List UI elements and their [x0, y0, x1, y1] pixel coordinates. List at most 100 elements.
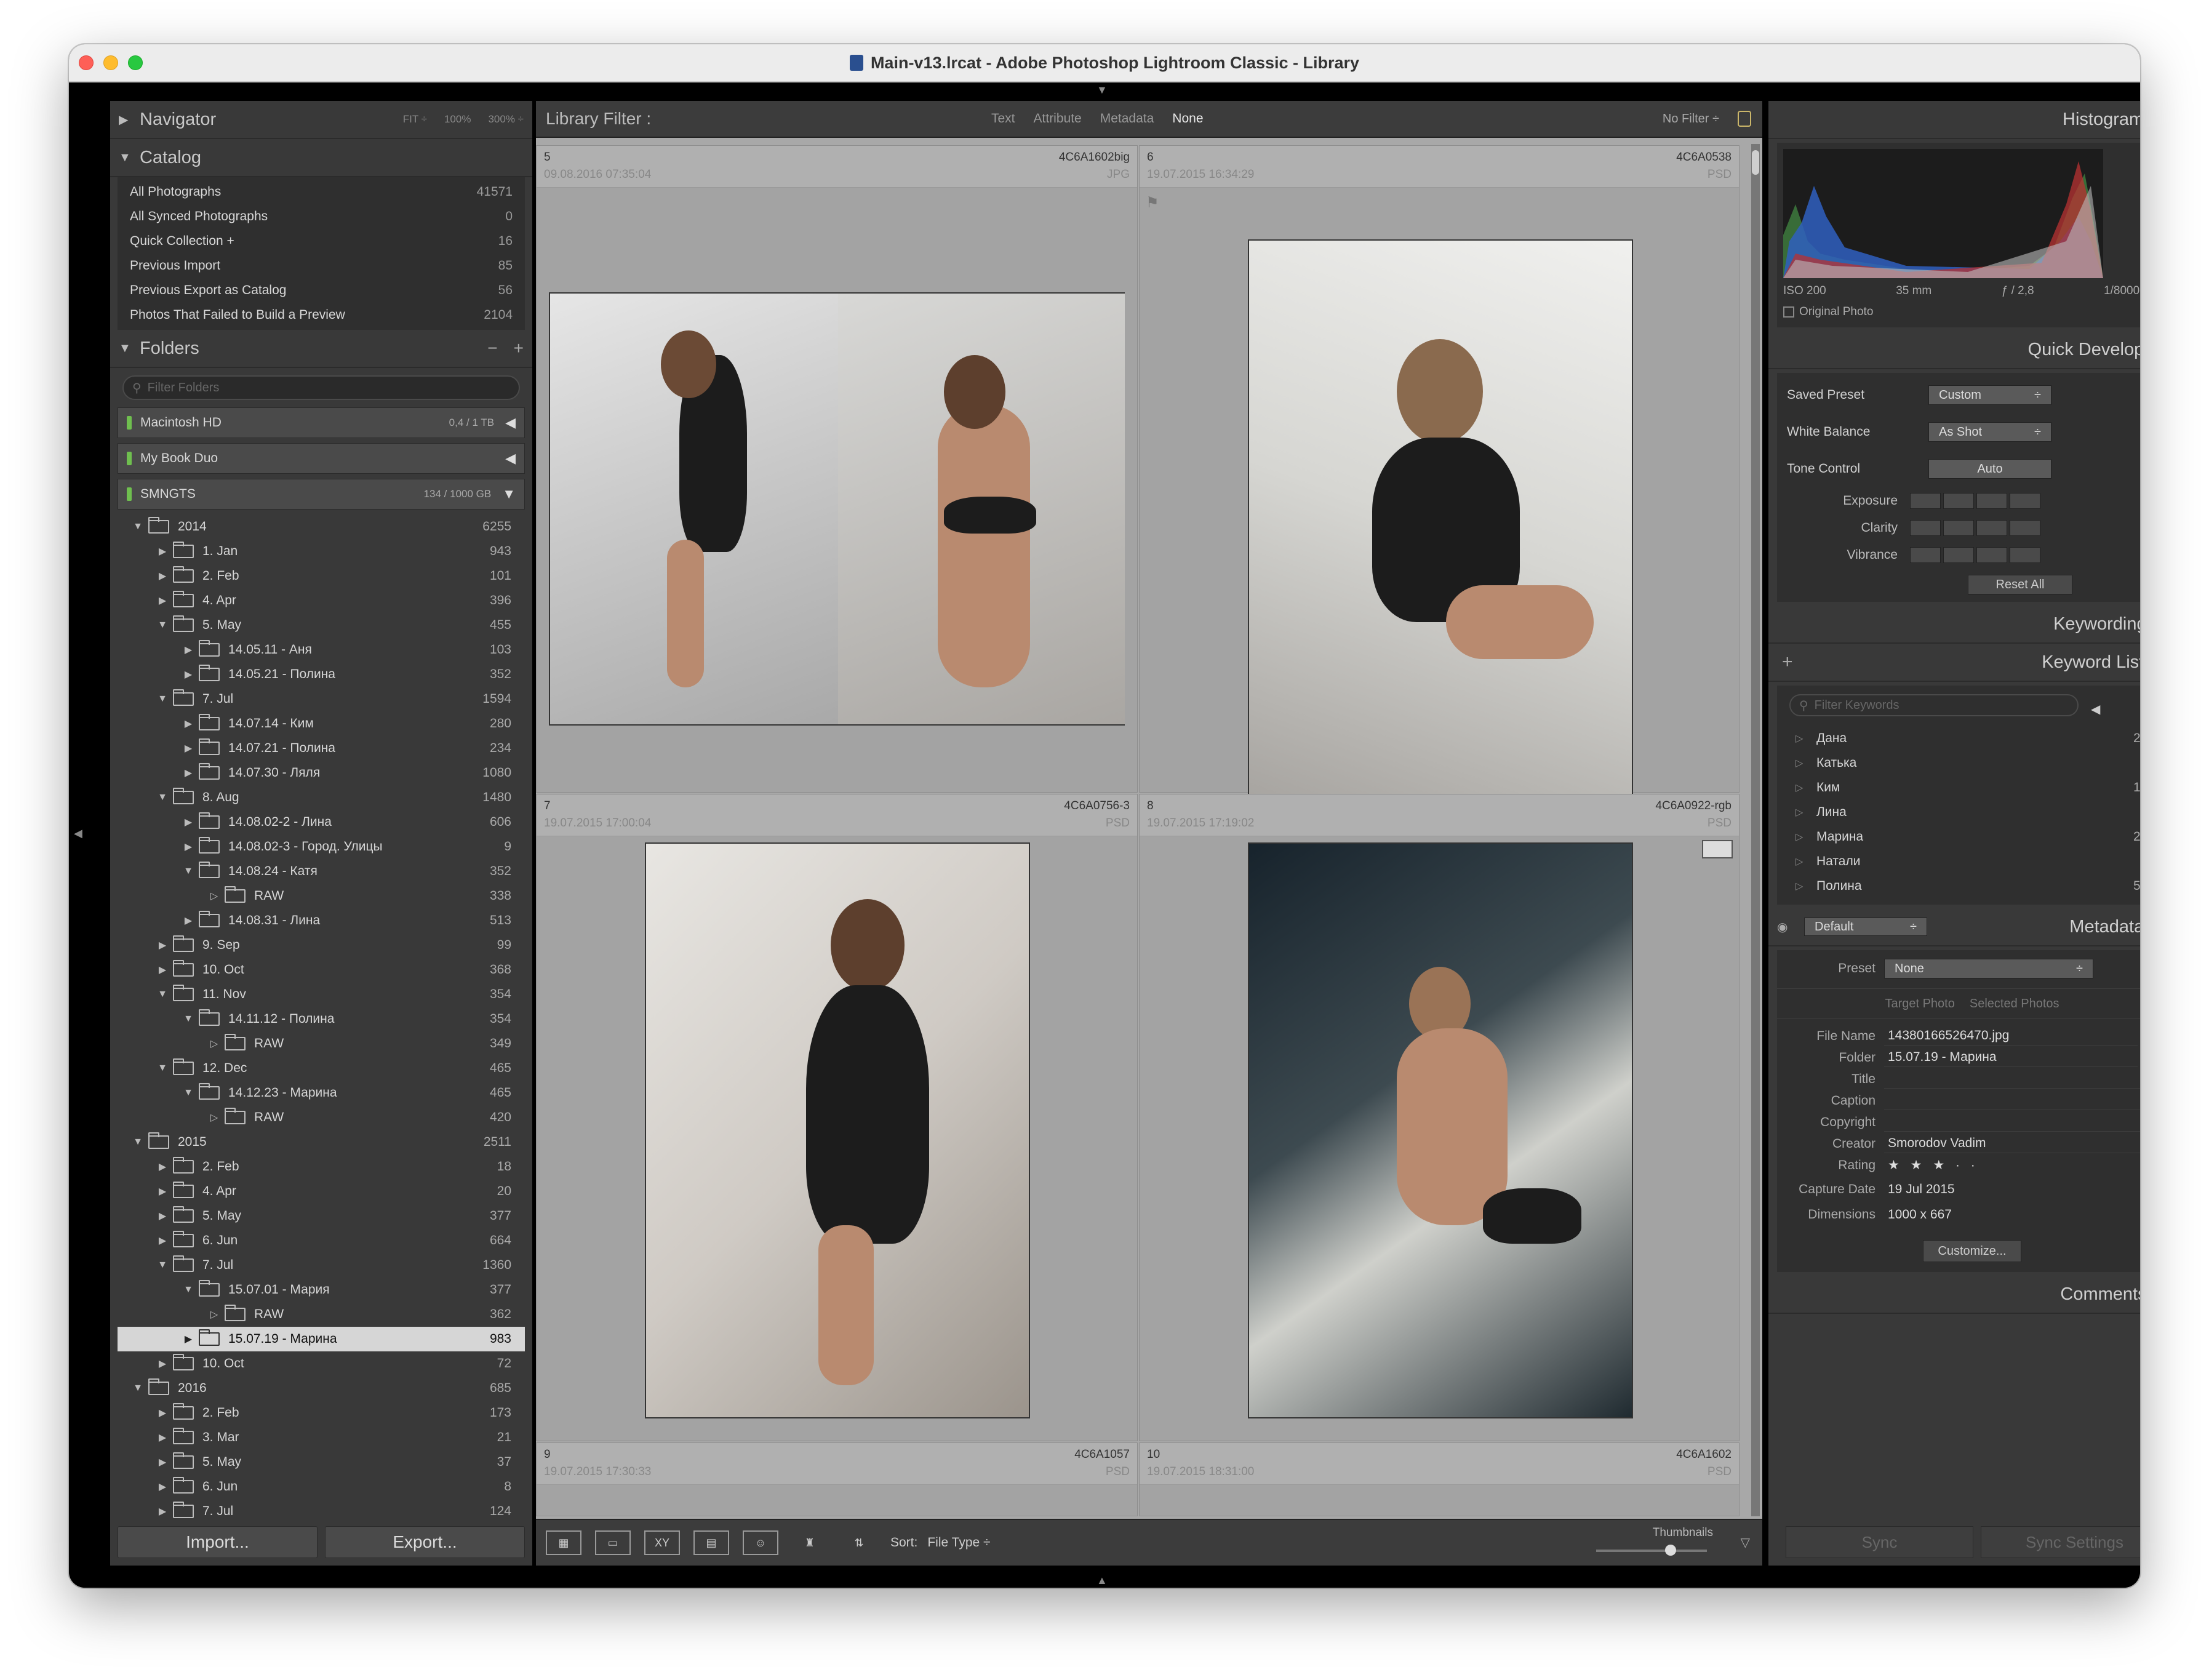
photo-thumbnail[interactable] [1248, 239, 1633, 815]
file-name-field[interactable]: 14380166526470.jpg [1884, 1027, 2138, 1046]
catalog-item[interactable]: Photos That Failed to Build a Preview 210… [118, 303, 525, 327]
expand-triangle-icon[interactable]: ▼ [152, 694, 173, 705]
folder-tree-item[interactable]: ▼ 5. May 455 [118, 613, 525, 638]
catalog-item[interactable]: Quick Collection +16 [118, 229, 525, 254]
keyword-item[interactable]: ▷Лина89 [1777, 800, 2140, 825]
folder-tree-item[interactable]: ▶ 9. Sep 99 [118, 933, 525, 958]
folder-tree-item[interactable]: ▶ 5. May 377 [118, 1204, 525, 1228]
collapse-triangle-icon[interactable]: ▷ [204, 1111, 225, 1124]
folder-tree-item[interactable]: ▼ 11. Nov 354 [118, 982, 525, 1007]
compare-view-button[interactable]: XY [644, 1530, 680, 1555]
rating-stars[interactable]: ★ ★ ★ · · [1884, 1156, 2140, 1175]
expand-triangle-icon[interactable]: ▼ [178, 1284, 199, 1295]
loupe-view-button[interactable]: ▭ [595, 1530, 631, 1555]
histogram[interactable]: ISO 200 35 mm ƒ / 2,8 1/8000 sec Origina… [1777, 143, 2140, 327]
collapse-triangle-icon[interactable]: ▶ [178, 668, 199, 681]
auto-tone-button[interactable]: Auto [1928, 459, 2051, 479]
target-photo-tab[interactable]: Target Photo [1885, 997, 1954, 1011]
expand-triangle-icon[interactable]: ▼ [178, 1087, 199, 1098]
sync-button[interactable]: Sync [1786, 1526, 1973, 1558]
keyword-item[interactable]: ▷Натали0 [1777, 849, 2140, 874]
folder-tree-item[interactable]: ▼ 14.11.12 - Полина 354 [118, 1007, 525, 1031]
keyword-item[interactable]: ▷Ким120 [1777, 775, 2140, 800]
remove-folder-icon[interactable]: − [487, 338, 497, 358]
lock-icon[interactable] [1738, 111, 1751, 127]
bottom-panel-toggle-icon[interactable]: ▲ [1097, 1574, 1108, 1587]
collapse-triangle-icon[interactable]: ▶ [152, 1456, 173, 1468]
grid-cell[interactable]: 6 19.07.2015 16:34:29 4C6A0538 PSD ⚑ [1139, 145, 1740, 815]
filter-attribute-option[interactable]: Attribute [1034, 111, 1082, 126]
title-field[interactable] [1884, 1070, 2140, 1089]
photo-thumbnail[interactable] [1248, 842, 1633, 1418]
collapse-triangle-icon[interactable]: ◀ [2091, 702, 2100, 717]
volume-my-book-duo[interactable]: My Book Duo ◀ [118, 443, 525, 474]
collapse-triangle-icon[interactable]: ▶ [152, 545, 173, 558]
quick-develop-header[interactable]: Quick Develop▼ [1768, 331, 2140, 369]
expand-triangle-icon[interactable]: ▼ [152, 792, 173, 803]
nav-300-option[interactable]: 300% ÷ [488, 113, 524, 126]
expand-triangle-icon[interactable]: ▼ [127, 521, 148, 532]
collapse-triangle-icon[interactable]: ▶ [152, 1234, 173, 1247]
expand-triangle-icon[interactable]: ▼ [127, 1137, 148, 1148]
creator-field[interactable]: Smorodov Vadim [1884, 1135, 2140, 1153]
folder-tree-item[interactable]: ▼ 15.07.01 - Мария 377 [118, 1278, 525, 1302]
export-button[interactable]: Export... [325, 1526, 525, 1558]
collapse-triangle-icon[interactable]: ▶ [178, 841, 199, 853]
folder-tree-item[interactable]: ▼ 8. Aug 1480 [118, 785, 525, 810]
histogram-header[interactable]: Histogram▼ [1768, 101, 2140, 139]
copyright-field[interactable] [1884, 1113, 2140, 1132]
left-panel-toggle-icon[interactable]: ◀ [74, 827, 82, 840]
folder-tree-item[interactable]: ▶ 6. Jun 664 [118, 1228, 525, 1253]
collapse-triangle-icon[interactable]: ▶ [178, 644, 199, 656]
nav-100-option[interactable]: 100% [444, 113, 471, 126]
customize-button[interactable]: Customize... [1923, 1240, 2021, 1262]
grid-cell[interactable]: 9 19.07.2015 17:30:33 4C6A1057 PSD [536, 1442, 1138, 1516]
collapse-triangle-icon[interactable]: ▷ [204, 1308, 225, 1321]
folder-tree-item[interactable]: ▼ 2015 2511 [118, 1130, 525, 1154]
keyword-filter-input[interactable]: ⚲ Filter Keywords [1789, 694, 2079, 716]
collapse-triangle-icon[interactable]: ▶ [178, 742, 199, 754]
folder-tree-item[interactable]: ▶ 2. Feb 173 [118, 1401, 525, 1425]
collapse-triangle-icon[interactable]: ▶ [178, 1333, 199, 1345]
comments-header[interactable]: Comments◀ [1768, 1276, 2140, 1314]
catalog-item[interactable]: All Photographs 41571 [118, 180, 525, 204]
collapse-triangle-icon[interactable]: ▶ [178, 914, 199, 927]
collapse-triangle-icon[interactable]: ▶ [152, 570, 173, 582]
grid-cell[interactable]: 8 19.07.2015 17:19:02 4C6A0922-rgb PSD [1139, 794, 1740, 1441]
collapse-triangle-icon[interactable]: ▶ [152, 1185, 173, 1198]
folders-header[interactable]: ▼ Folders − + [110, 330, 532, 368]
folder-tree-item[interactable]: ▷ RAW 362 [118, 1302, 525, 1327]
folder-tree-item[interactable]: ▶ 10. Oct 368 [118, 958, 525, 982]
folder-tree-item[interactable]: ▷ RAW 349 [118, 1031, 525, 1056]
collapse-triangle-icon[interactable]: ▶ [152, 594, 173, 607]
folder-tree-item[interactable]: ▶ 14.07.30 - Ляля 1080 [118, 761, 525, 785]
folder-tree-item[interactable]: ▶ 14.05.11 - Аня 103 [118, 638, 525, 662]
volume-smngts[interactable]: SMNGTS 134 / 1000 GB ▼ [118, 479, 525, 510]
metadata-preset-dropdown[interactable]: None ÷ [1884, 959, 2093, 978]
checkbox-icon[interactable] [1783, 306, 1794, 318]
collapse-triangle-icon[interactable]: ▷ [204, 1038, 225, 1050]
expand-triangle-icon[interactable]: ▼ [178, 1014, 199, 1025]
folder-tree-item[interactable]: ▶ 14.07.14 - Ким 280 [118, 711, 525, 736]
collapse-triangle-icon[interactable]: ▶ [152, 1358, 173, 1370]
catalog-item[interactable]: Previous Export as Catalog 56 [118, 278, 525, 303]
folder-tree-item[interactable]: ▶ 1. Jan 943 [118, 539, 525, 564]
grid-cell[interactable]: 5 09.08.2016 07:35:04 4C6A1602big JPG [536, 145, 1138, 793]
keyword-item[interactable]: ▷Катька8 [1777, 751, 2140, 775]
folder-tree-item[interactable]: ▶ 2. Feb 101 [118, 564, 525, 588]
painter-icon[interactable]: ♜ [792, 1530, 828, 1555]
top-panel-toggle-icon[interactable]: ▼ [1097, 84, 1108, 97]
metadata-view-dropdown[interactable]: Default ÷ [1804, 918, 1927, 936]
collapse-triangle-icon[interactable]: ▷ [204, 890, 225, 902]
add-folder-icon[interactable]: + [514, 338, 524, 358]
folder-filter-input[interactable]: ⚲ Filter Folders [122, 375, 520, 400]
filter-preset-dropdown[interactable]: No Filter ÷ [1663, 112, 1719, 126]
saved-preset-dropdown[interactable]: Custom ÷ [1928, 385, 2051, 405]
metadata-header[interactable]: ◉ Default÷ Metadata▼ [1768, 908, 2140, 946]
navigator-header[interactable]: ▶ Navigator FIT ÷ 100% 300% ÷ [110, 101, 532, 139]
keyword-item[interactable]: ▷Дана259 [1777, 726, 2140, 751]
grid-view-button[interactable]: ▦ [546, 1530, 581, 1555]
sync-settings-button[interactable]: Sync Settings [1981, 1526, 2140, 1558]
folder-tree-item[interactable]: ▶ 3. Mar 21 [118, 1425, 525, 1450]
close-window-button[interactable] [79, 55, 94, 70]
